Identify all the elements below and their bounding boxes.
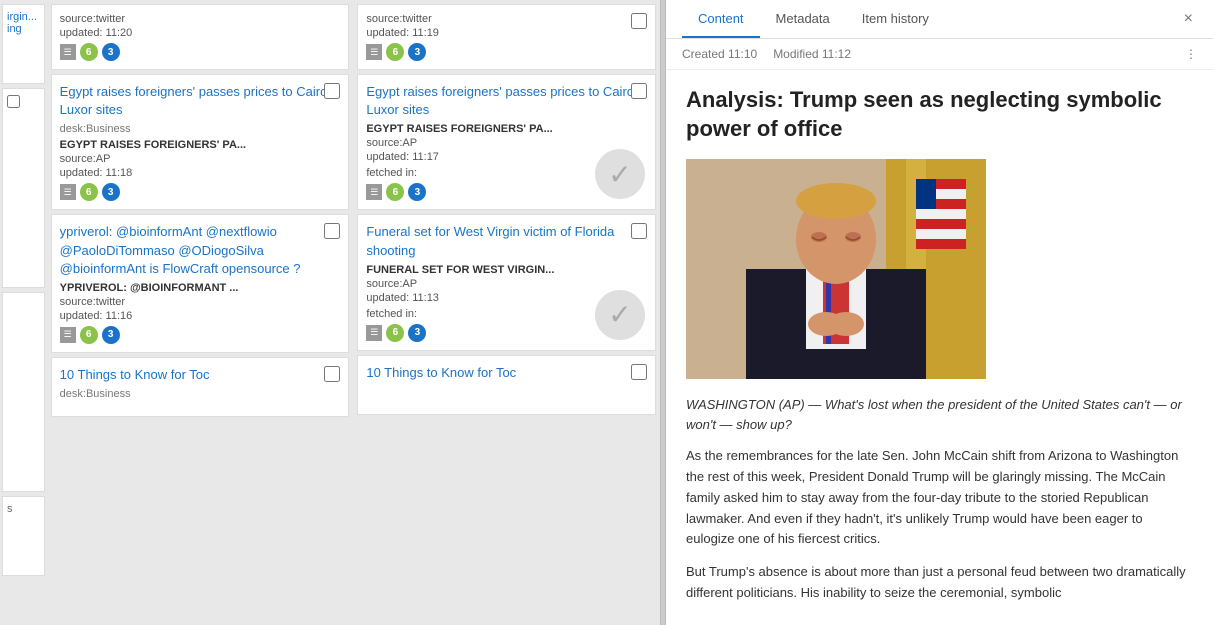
badge-green-6d: 6 [386, 43, 404, 61]
article-content: Analysis: Trump seen as neglecting symbo… [666, 70, 1213, 625]
card-egypt-1[interactable]: Egypt raises foreigners' passes prices t… [51, 74, 350, 210]
badge-green-6e: 6 [386, 183, 404, 201]
created-text: Created [682, 47, 725, 61]
tabs-bar: Content Metadata Item history × [682, 0, 1197, 38]
doc-icon-2: ☰ [60, 184, 76, 200]
card-ypriverol-title[interactable]: ypriverol: @bioinformAnt @nextflowio @Pa… [60, 223, 341, 278]
tab-content[interactable]: Content [682, 1, 760, 38]
card-egypt-1-updated: updated: 11:18 [60, 167, 341, 179]
badge-blue-3b: 3 [102, 183, 120, 201]
card-funeral-title[interactable]: Funeral set for West Virgin victim of Fl… [366, 223, 647, 259]
card-funeral-bigtitle: FUNERAL SET FOR WEST VIRGIN... [366, 264, 647, 276]
badge-blue-3c: 3 [102, 326, 120, 344]
article-body-2: But Trump's absence is about more than j… [686, 562, 1193, 604]
card-10things-1-title[interactable]: 10 Things to Know for Toc [60, 366, 341, 384]
card-c2-top-checkbox[interactable] [631, 13, 647, 29]
card-ypriverol-bigtitle: YPRIVEROL: @BIOINFORMANT ... [60, 282, 341, 294]
card-c1-twitter-top[interactable]: source:twitter updated: 11:20 ☰ 6 3 [51, 4, 350, 70]
card-c2-top-source: source:twitter [366, 13, 647, 25]
card-egypt-1-checkbox[interactable] [324, 83, 340, 99]
card-egypt-2[interactable]: Egypt raises foreigners' passes prices t… [357, 74, 656, 210]
card-c2-top-badges: ☰ 6 3 [366, 43, 647, 61]
modified-text: Modified [773, 47, 818, 61]
card-funeral-source: source:AP [366, 278, 647, 290]
badge-blue-3e: 3 [408, 183, 426, 201]
card-partial-4[interactable]: s [2, 496, 45, 576]
article-image [686, 159, 986, 379]
card-c2-top-updated: updated: 11:19 [366, 27, 647, 39]
card-egypt-1-title[interactable]: Egypt raises foreigners' passes prices t… [60, 83, 341, 119]
badge-green-6c: 6 [80, 326, 98, 344]
left-column-2: source:twitter updated: 11:19 ☰ 6 3 Egyp… [353, 0, 660, 625]
card-egypt-1-bigtitle: EGYPT RAISES FOREIGNERS' PA... [60, 139, 341, 151]
card-partial-2-checkbox[interactable] [7, 95, 20, 108]
badge-blue-3d: 3 [408, 43, 426, 61]
meta-bar: Created 11:10 Modified 11:12 ⋮ [666, 39, 1213, 70]
card-egypt-2-checkbox[interactable] [631, 83, 647, 99]
card-10things-2[interactable]: 10 Things to Know for Toc [357, 355, 656, 415]
card-egypt-1-source: source:AP [60, 153, 341, 165]
card-partial-3[interactable] [2, 292, 45, 492]
badge-blue-3f: 3 [408, 324, 426, 342]
tab-item-history[interactable]: Item history [846, 1, 945, 38]
card-partial-2[interactable] [2, 88, 45, 288]
card-10things-1-desk: desk:Business [60, 388, 341, 400]
more-options-button[interactable]: ⋮ [1185, 47, 1197, 61]
card-partial-1[interactable]: irgin... ing [2, 4, 45, 84]
doc-icon: ☰ [60, 44, 76, 60]
card-c1-top-updated: updated: 11:20 [60, 27, 341, 39]
close-button[interactable]: × [1180, 0, 1197, 38]
doc-icon-5: ☰ [366, 184, 382, 200]
card-ypriverol-updated: updated: 11:16 [60, 310, 341, 322]
card-egypt-2-title[interactable]: Egypt raises foreigners' passes prices t… [366, 83, 647, 119]
card-ypriverol-source: source:twitter [60, 296, 341, 308]
right-panel: Content Metadata Item history × Created … [666, 0, 1213, 625]
article-body-1: As the remembrances for the late Sen. Jo… [686, 446, 1193, 550]
partial-title-4: s [7, 503, 40, 515]
card-10things-2-checkbox[interactable] [631, 364, 647, 380]
card-ypriverol-badges: ☰ 6 3 [60, 326, 341, 344]
card-ypriverol-checkbox[interactable] [324, 223, 340, 239]
partial-title-1: irgin... [7, 11, 40, 23]
doc-icon-3: ☰ [60, 327, 76, 343]
badge-green-6b: 6 [80, 183, 98, 201]
article-image-svg [686, 159, 986, 379]
created-time: 11:10 [728, 47, 757, 61]
card-egypt-1-desk: desk:Business [60, 123, 341, 135]
card-c1-top-source: source:twitter [60, 13, 341, 25]
checkmark-overlay-2: ✓ [595, 290, 645, 340]
card-c1-top-badges: ☰ 6 3 [60, 43, 341, 61]
badge-green-6: 6 [80, 43, 98, 61]
badge-blue-3: 3 [102, 43, 120, 61]
left-column-1: source:twitter updated: 11:20 ☰ 6 3 Egyp… [47, 0, 354, 625]
created-label: Created 11:10 [682, 47, 757, 61]
card-egypt-1-badges: ☰ 6 3 [60, 183, 341, 201]
modified-label: Modified 11:12 [773, 47, 851, 61]
modified-time: 11:12 [822, 47, 851, 61]
card-funeral[interactable]: Funeral set for West Virgin victim of Fl… [357, 214, 656, 350]
doc-icon-4: ☰ [366, 44, 382, 60]
card-10things-2-title[interactable]: 10 Things to Know for Toc [366, 364, 647, 382]
card-10things-1-checkbox[interactable] [324, 366, 340, 382]
badge-green-6f: 6 [386, 324, 404, 342]
right-header: Content Metadata Item history × [666, 0, 1213, 39]
card-10things-1[interactable]: 10 Things to Know for Toc desk:Business [51, 357, 350, 417]
card-funeral-checkbox[interactable] [631, 223, 647, 239]
partial-title-1b: ing [7, 23, 40, 35]
card-egypt-2-source: source:AP [366, 137, 647, 149]
card-ypriverol[interactable]: ypriverol: @bioinformAnt @nextflowio @Pa… [51, 214, 350, 353]
card-c2-twitter-top[interactable]: source:twitter updated: 11:19 ☰ 6 3 [357, 4, 656, 70]
tab-metadata[interactable]: Metadata [760, 1, 846, 38]
article-dateline: WASHINGTON (AP) — What's lost when the p… [686, 395, 1193, 434]
doc-icon-6: ☰ [366, 325, 382, 341]
article-title: Analysis: Trump seen as neglecting symbo… [686, 86, 1193, 143]
card-egypt-2-bigtitle: EGYPT RAISES FOREIGNERS' PA... [366, 123, 647, 135]
